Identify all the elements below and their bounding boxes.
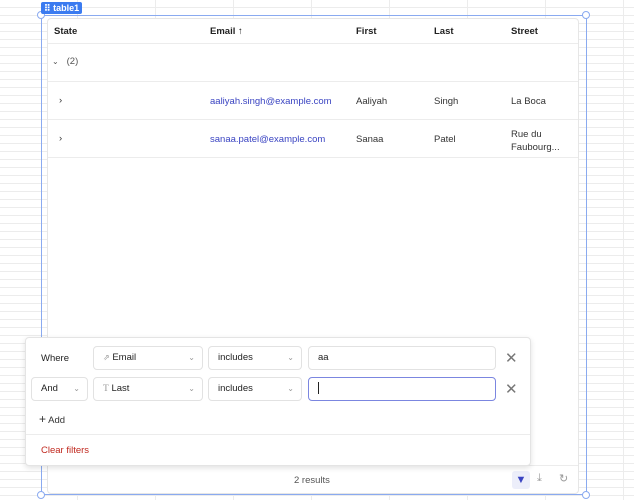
expand-row-chevron-icon[interactable]: › bbox=[59, 133, 62, 144]
chevron-down-icon: ⌄ bbox=[73, 384, 80, 393]
cell-street: Rue du Faubourg... bbox=[511, 129, 560, 153]
cell-last: Patel bbox=[434, 134, 456, 145]
refresh-icon: ↻ bbox=[559, 473, 569, 485]
divider bbox=[48, 157, 578, 158]
expand-row-chevron-icon[interactable]: › bbox=[59, 95, 62, 106]
filter-operator-select[interactable]: includes ⌄ bbox=[208, 377, 302, 401]
chevron-down-icon: ⌄ bbox=[188, 353, 195, 362]
group-row[interactable]: ⌄ (2) bbox=[52, 56, 78, 67]
filter-button[interactable]: ▼ bbox=[512, 471, 530, 489]
resize-handle[interactable] bbox=[582, 491, 590, 499]
table-footer: 2 results ▼ ⤓ ↻ bbox=[48, 465, 578, 493]
divider bbox=[48, 43, 578, 44]
cell-email[interactable]: sanaa.patel@example.com bbox=[210, 134, 325, 145]
column-header-last[interactable]: Last bbox=[434, 26, 454, 37]
column-header-email[interactable]: Email ↑ bbox=[210, 26, 243, 37]
filter-value-input[interactable]: aa bbox=[308, 346, 496, 370]
conjunction-select[interactable]: And ⌄ bbox=[31, 377, 88, 401]
chevron-down-icon: ⌄ bbox=[188, 384, 195, 393]
column-header-first[interactable]: First bbox=[356, 26, 377, 37]
results-count: 2 results bbox=[294, 475, 330, 486]
filter-popover: Where ⇗ Email ⌄ includes ⌄ aa ✕ And ⌄ T Las… bbox=[25, 337, 531, 466]
column-header-street[interactable]: Street bbox=[511, 26, 538, 37]
sort-ascending-icon: ↑ bbox=[238, 26, 243, 37]
filter-operator-select[interactable]: includes ⌄ bbox=[208, 346, 302, 370]
filter-column-select[interactable]: ⇗ Email ⌄ bbox=[93, 346, 203, 370]
drag-handle-icon: ⠿ bbox=[44, 3, 54, 13]
divider bbox=[26, 434, 530, 435]
cell-first: Sanaa bbox=[356, 134, 384, 145]
plus-icon: + bbox=[39, 412, 47, 426]
text-type-icon: T bbox=[103, 384, 109, 394]
remove-filter-close-icon[interactable]: ✕ bbox=[505, 351, 518, 366]
filter-icon: ▼ bbox=[515, 474, 527, 486]
chevron-down-icon: ⌄ bbox=[52, 57, 59, 66]
component-name-tag[interactable]: ⠿ table1 bbox=[41, 2, 83, 14]
download-icon: ⤓ bbox=[537, 472, 542, 484]
refresh-button[interactable]: ↻ bbox=[559, 472, 568, 485]
cell-email[interactable]: aaliyah.singh@example.com bbox=[210, 96, 332, 107]
divider bbox=[48, 81, 578, 82]
chevron-down-icon: ⌄ bbox=[287, 353, 294, 362]
link-icon: ⇗ bbox=[103, 353, 110, 362]
chevron-down-icon: ⌄ bbox=[287, 384, 294, 393]
resize-handle[interactable] bbox=[582, 11, 590, 19]
download-button[interactable]: ⤓ bbox=[537, 472, 542, 485]
cell-last: Singh bbox=[434, 96, 459, 107]
remove-filter-close-icon[interactable]: ✕ bbox=[505, 382, 518, 397]
filter-column-select[interactable]: T Last ⌄ bbox=[93, 377, 203, 401]
where-label: Where bbox=[41, 353, 69, 364]
add-filter-button[interactable]: + Add bbox=[39, 412, 65, 426]
filter-value-input-focused[interactable] bbox=[308, 377, 496, 401]
clear-filters-button[interactable]: Clear filters bbox=[41, 445, 89, 456]
cell-street: La Boca bbox=[511, 96, 546, 107]
cell-first: Aaliyah bbox=[356, 96, 388, 107]
column-header-state[interactable]: State bbox=[54, 26, 77, 37]
resize-handle[interactable] bbox=[37, 491, 45, 499]
divider bbox=[48, 119, 578, 120]
